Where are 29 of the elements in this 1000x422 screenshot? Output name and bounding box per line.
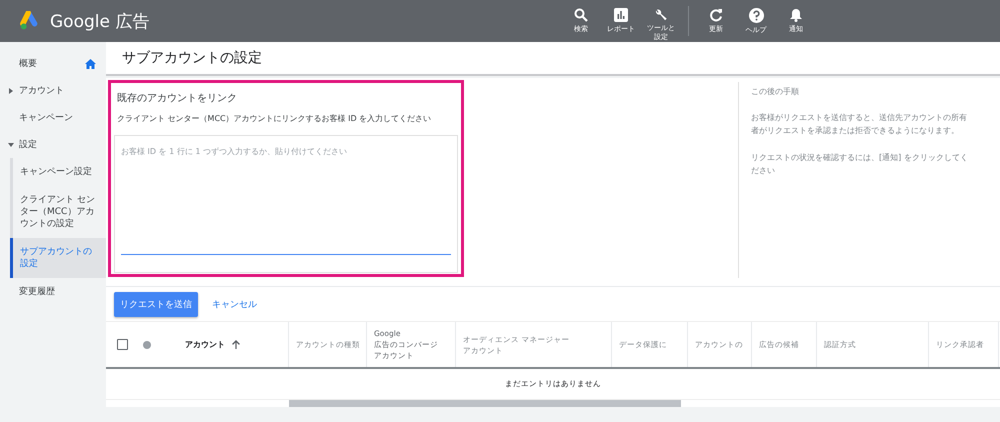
id-input-field[interactable]: お客様 ID を 1 行に 1 つずつ入力するか、貼り付けてください — [114, 135, 458, 273]
checkbox[interactable] — [117, 339, 128, 350]
cancel-link[interactable]: キャンセル — [208, 294, 261, 314]
refresh-icon — [709, 8, 723, 22]
sidebar-item[interactable]: クライアント センター（MCC）アカウントの設定 — [13, 186, 106, 238]
section-title: 既存のアカウントをリンク — [117, 92, 238, 105]
page-title: サブアカウントの設定 — [122, 49, 262, 67]
sidebar-item[interactable]: 設定 — [0, 131, 106, 158]
wrench-icon — [653, 8, 669, 21]
sort-arrow-icon — [232, 340, 240, 349]
sidebar-item[interactable]: キャンペーン — [0, 104, 106, 131]
steps-text: リクエストの状況を確認するには、[通知] をクリックしてください — [751, 152, 968, 177]
bell-icon — [790, 8, 802, 22]
status-dot-icon — [143, 340, 151, 348]
search-icon — [574, 8, 588, 22]
scrollbar-thumb[interactable] — [289, 400, 681, 407]
steps-text: お客様がリクエストを送信すると、送信先アカウントの所有者がリクエストを承認または拒否できるようになります。 — [751, 112, 968, 137]
column-header[interactable]: アカウント — [185, 339, 225, 350]
bar-chart-icon — [614, 8, 628, 22]
submit-button[interactable]: リクエストを送信 — [114, 292, 198, 316]
instruction-text: クライアント センター（MCC）アカウントにリンクするお客様 ID を入力してください — [117, 113, 432, 124]
sidebar-item[interactable]: サブアカウントの設定 — [10, 238, 106, 278]
sidebar-item[interactable]: 変更履歴 — [0, 278, 106, 305]
steps-title: この後の手順 — [751, 86, 800, 97]
sidebar-item[interactable]: キャンペーン設定 — [13, 158, 106, 186]
help-icon — [748, 8, 764, 23]
sidebar-item[interactable]: アカウント — [0, 77, 106, 104]
brand-name: Google 広告 — [50, 10, 150, 32]
sidebar-item[interactable]: 概要 — [0, 50, 106, 77]
